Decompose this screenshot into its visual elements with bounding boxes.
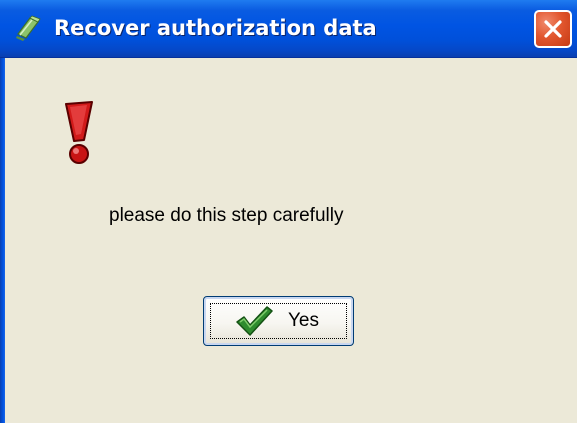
app-icon — [16, 15, 41, 41]
focus-rectangle — [210, 303, 347, 339]
checkmark-icon — [236, 306, 273, 336]
yes-button[interactable]: Yes — [203, 296, 354, 346]
close-icon — [544, 20, 562, 38]
dialog-window: Recover authorization data please do thi… — [0, 0, 577, 423]
title-bar[interactable]: Recover authorization data — [0, 0, 577, 58]
yes-button-label: Yes — [288, 310, 319, 331]
window-border-left — [0, 58, 5, 423]
dialog-message: please do this step carefully — [109, 205, 344, 226]
exclamation-icon — [65, 101, 93, 164]
window-title: Recover authorization data — [54, 16, 377, 40]
close-button[interactable] — [534, 10, 572, 48]
